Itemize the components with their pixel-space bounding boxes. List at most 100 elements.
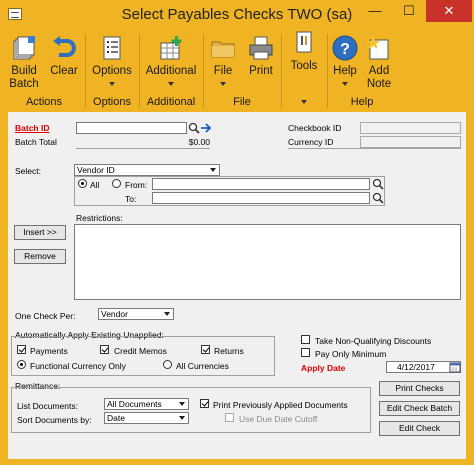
edit-check-batch-button[interactable]: Edit Check Batch bbox=[379, 401, 460, 416]
credit-memos-checkbox[interactable] bbox=[100, 345, 109, 354]
close-button[interactable]: ✕ bbox=[426, 0, 472, 22]
list-documents-dropdown[interactable]: All Documents bbox=[104, 398, 189, 410]
add-note-button[interactable]: Add Note bbox=[362, 30, 396, 94]
from-input[interactable] bbox=[152, 178, 370, 190]
build-batch-label: Build Batch bbox=[9, 65, 39, 90]
minimize-button[interactable]: — bbox=[358, 0, 392, 22]
functional-currency-label: Functional Currency Only bbox=[30, 361, 126, 371]
sort-documents-dropdown[interactable]: Date bbox=[104, 412, 189, 424]
batch-id-go-icon[interactable] bbox=[200, 122, 212, 134]
use-due-date-cutoff-label: Use Due Date Cutoff bbox=[239, 414, 318, 424]
apply-date-label: Apply Date bbox=[301, 363, 346, 373]
apply-date-value: 4/12/2017 bbox=[397, 362, 435, 372]
all-currencies-radio[interactable] bbox=[163, 360, 172, 369]
select-dropdown[interactable]: Vendor ID bbox=[74, 164, 220, 176]
sort-documents-label: Sort Documents by: bbox=[17, 415, 92, 425]
form-panel: Batch ID Batch Total $0.00 Checkbook ID … bbox=[8, 112, 466, 459]
returns-checkbox[interactable] bbox=[201, 345, 210, 354]
ribbon-group-label-actions: Actions bbox=[25, 96, 63, 108]
ribbon-group-file: File Print File bbox=[204, 30, 280, 112]
svg-text:?: ? bbox=[340, 41, 350, 58]
print-button[interactable]: Print bbox=[242, 30, 280, 94]
remove-button[interactable]: Remove bbox=[14, 249, 66, 264]
add-note-label: Add Note bbox=[366, 65, 392, 90]
file-button[interactable]: File bbox=[204, 30, 242, 94]
chevron-down-icon bbox=[109, 82, 115, 86]
one-check-per-label: One Check Per: bbox=[15, 311, 76, 321]
options-label: Options bbox=[92, 65, 132, 77]
payments-label: Payments bbox=[30, 346, 68, 356]
pay-only-minimum-checkbox[interactable] bbox=[301, 348, 310, 357]
options-list-icon bbox=[103, 36, 121, 60]
batch-id-label: Batch ID bbox=[15, 123, 50, 133]
chevron-down-icon bbox=[220, 82, 226, 86]
ribbon-group-options: Options Options bbox=[86, 30, 138, 112]
pay-only-minimum-label: Pay Only Minimum bbox=[315, 349, 387, 359]
ribbon-group-tools: Tools bbox=[282, 30, 326, 112]
credit-memos-label: Credit Memos bbox=[114, 346, 167, 356]
ribbon-group-label-additional: Additional bbox=[146, 96, 196, 108]
options-button[interactable]: Options bbox=[86, 30, 138, 94]
all-label: All bbox=[90, 180, 100, 190]
additional-button[interactable]: Additional bbox=[140, 30, 202, 94]
additional-label: Additional bbox=[145, 65, 197, 77]
build-batch-icon bbox=[13, 36, 35, 60]
maximize-button[interactable]: ☐ bbox=[392, 0, 426, 22]
from-label: From: bbox=[125, 180, 148, 190]
chevron-down-icon bbox=[168, 82, 174, 86]
print-checks-button[interactable]: Print Checks bbox=[379, 381, 460, 396]
from-lookup-icon[interactable] bbox=[372, 178, 384, 190]
checkbook-id-label: Checkbook ID bbox=[288, 123, 342, 133]
add-note-icon bbox=[366, 36, 389, 60]
take-non-qualifying-label: Take Non-Qualifying Discounts bbox=[315, 336, 432, 346]
to-input[interactable] bbox=[152, 192, 370, 204]
insert-button[interactable]: Insert >> bbox=[14, 225, 66, 240]
batch-id-input[interactable] bbox=[76, 122, 187, 134]
ribbon-group-label-options: Options bbox=[93, 96, 131, 108]
restrictions-list[interactable] bbox=[74, 224, 461, 300]
batch-total-value: $0.00 bbox=[188, 137, 210, 147]
to-lookup-icon[interactable] bbox=[372, 192, 384, 204]
title-bar[interactable]: Select Payables Checks TWO (sa) — ☐ ✕ bbox=[0, 0, 474, 30]
currency-id-label: Currency ID bbox=[288, 137, 334, 147]
print-label: Print bbox=[249, 65, 273, 77]
list-documents-label: List Documents: bbox=[17, 401, 78, 411]
help-icon: ? bbox=[332, 35, 358, 61]
select-label: Select: bbox=[15, 166, 41, 176]
tools-label: Tools bbox=[290, 60, 318, 72]
take-non-qualifying-checkbox[interactable] bbox=[301, 335, 310, 344]
chevron-down-icon bbox=[342, 82, 348, 86]
functional-currency-radio[interactable] bbox=[17, 360, 26, 369]
one-check-per-dropdown[interactable]: Vendor bbox=[98, 308, 174, 320]
to-label: To: bbox=[125, 194, 137, 204]
batch-total-label: Batch Total bbox=[15, 137, 57, 147]
ribbon-toolbar: Build Batch Clear Actions Options Option… bbox=[0, 30, 474, 112]
build-batch-button[interactable]: Build Batch bbox=[4, 30, 44, 94]
all-currencies-label: All Currencies bbox=[176, 361, 229, 371]
help-label: Help bbox=[333, 65, 357, 77]
tools-icon bbox=[296, 31, 312, 53]
all-radio[interactable] bbox=[78, 179, 87, 188]
ribbon-group-help: ? Help Add Note Help bbox=[328, 30, 396, 112]
returns-label: Returns bbox=[214, 346, 244, 356]
tools-button[interactable]: Tools bbox=[282, 30, 326, 94]
print-prev-applied-checkbox[interactable] bbox=[200, 399, 209, 408]
clear-undo-icon bbox=[53, 36, 76, 57]
divider bbox=[76, 148, 210, 149]
currency-id-field bbox=[360, 136, 461, 148]
clear-button[interactable]: Clear bbox=[44, 30, 84, 94]
ribbon-group-label-help: Help bbox=[350, 96, 374, 108]
edit-check-button[interactable]: Edit Check bbox=[379, 421, 460, 436]
batch-id-lookup-icon[interactable] bbox=[188, 122, 200, 134]
help-button[interactable]: ? Help bbox=[328, 30, 362, 94]
clear-label: Clear bbox=[50, 65, 78, 77]
payments-checkbox[interactable] bbox=[17, 345, 26, 354]
use-due-date-cutoff-checkbox[interactable] bbox=[225, 413, 234, 422]
chevron-down-icon[interactable] bbox=[301, 100, 307, 104]
folder-icon bbox=[211, 41, 235, 58]
calendar-icon[interactable] bbox=[449, 361, 461, 373]
ribbon-group-label-file: File bbox=[233, 96, 251, 108]
from-radio[interactable] bbox=[112, 179, 121, 188]
additional-grid-icon bbox=[160, 36, 182, 60]
restrictions-label: Restrictions: bbox=[76, 213, 123, 223]
